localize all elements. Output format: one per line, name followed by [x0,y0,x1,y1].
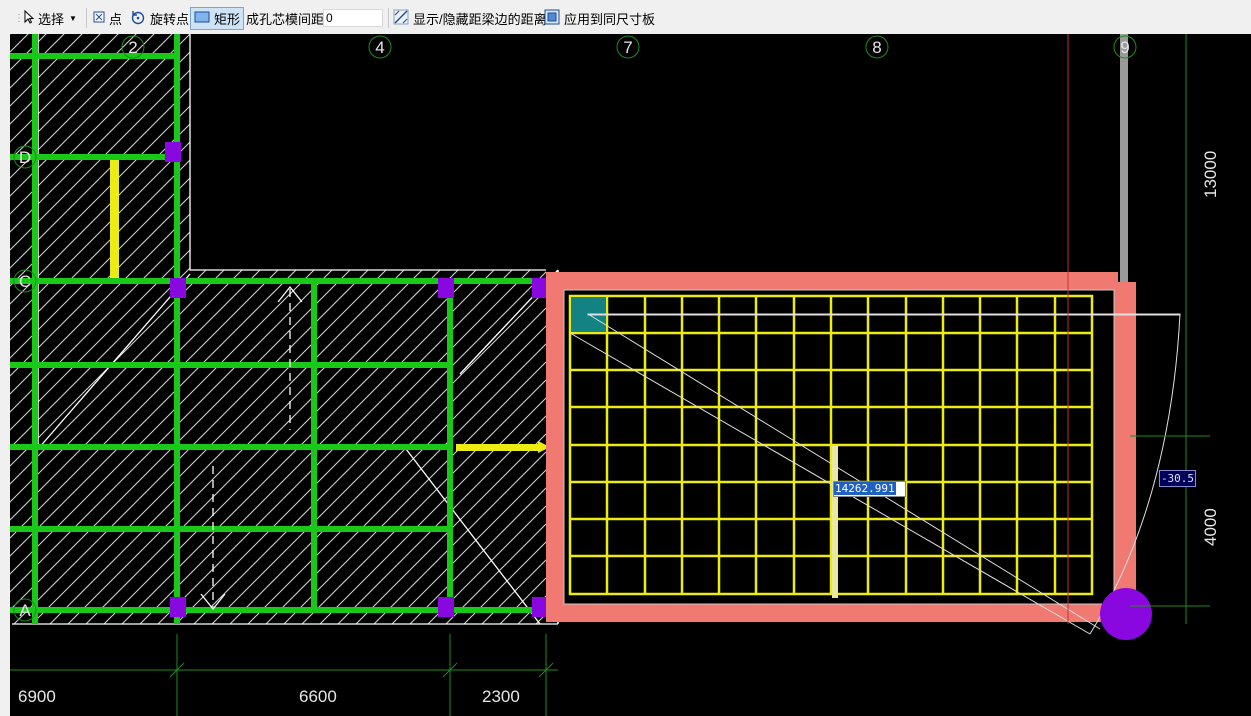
toolbar-divider [388,8,389,28]
rubber-band-bar [832,446,838,598]
axis-label-a: A [19,601,31,620]
dimension-6900: 6900 [18,687,56,706]
toolbar: ⋮ 选择 ▼ 点 旋转点 矩形 成孔芯模间距 显示/隐藏距梁边的距离 [0,0,1251,34]
cursor-circle [1100,588,1152,640]
select-label: 选择 [38,11,65,27]
dimension-13000: 13000 [1201,151,1220,198]
point-button[interactable]: 点 [93,8,122,28]
rectangle-icon [194,11,210,26]
bottom-dimension-lines [10,634,558,716]
dynamic-length-input[interactable]: 14262.991 [833,481,906,497]
toolbar-grip: ⋮ [14,12,24,24]
axis-label-7: 7 [623,38,632,57]
gray-beam [1120,34,1128,282]
length-value: 14262.991 [834,482,896,495]
apply-same-size-button[interactable]: 应用到同尺寸板 [544,8,655,28]
select-button[interactable]: 选择 ▼ [24,8,77,28]
dimension-4000: 4000 [1201,508,1220,546]
point-label: 点 [109,11,123,27]
yellow-beam [110,160,119,278]
spacing-label-text: 成孔芯模间距 [246,11,325,27]
toolbar-divider [86,8,87,28]
selected-slab[interactable] [546,272,1136,622]
drawing-canvas[interactable]: 2 4 7 8 9 D C A 6900 6600 2300 13000 400… [10,34,1251,716]
rotate-point-button[interactable]: 旋转点 [130,8,189,28]
yellow-beam [456,444,540,451]
dynamic-angle-input[interactable]: -30.5 [1159,470,1196,487]
axis-label-9: 9 [1120,38,1129,57]
toggle-distance-label: 显示/隐藏距梁边的距离 [413,11,547,27]
dimension-6600: 6600 [299,687,337,706]
axis-label-4: 4 [375,38,384,57]
spacing-input[interactable] [323,9,383,27]
rectangle-button[interactable]: 矩形 [190,7,245,30]
dimension-2300: 2300 [482,687,520,706]
axis-label-2: 2 [128,38,137,57]
axis-label-d: D [19,148,31,167]
rectangle-label: 矩形 [214,12,241,27]
apply-same-size-label: 应用到同尺寸板 [564,11,656,27]
point-icon [93,11,105,26]
apply-icon [544,9,560,28]
left-scroll-strip [0,34,10,716]
chevron-down-icon[interactable]: ▼ [69,14,77,23]
distance-icon [393,9,409,28]
toggle-distance-button[interactable]: 显示/隐藏距梁边的距离 [393,8,547,28]
spacing-label: 成孔芯模间距 [246,8,324,28]
rotate-icon [130,9,146,28]
axis-label-8: 8 [872,38,881,57]
hatched-slab-region [10,34,559,625]
axis-label-c: C [19,272,31,291]
rotate-point-label: 旋转点 [150,11,190,27]
cursor-arrow-icon [24,9,35,27]
